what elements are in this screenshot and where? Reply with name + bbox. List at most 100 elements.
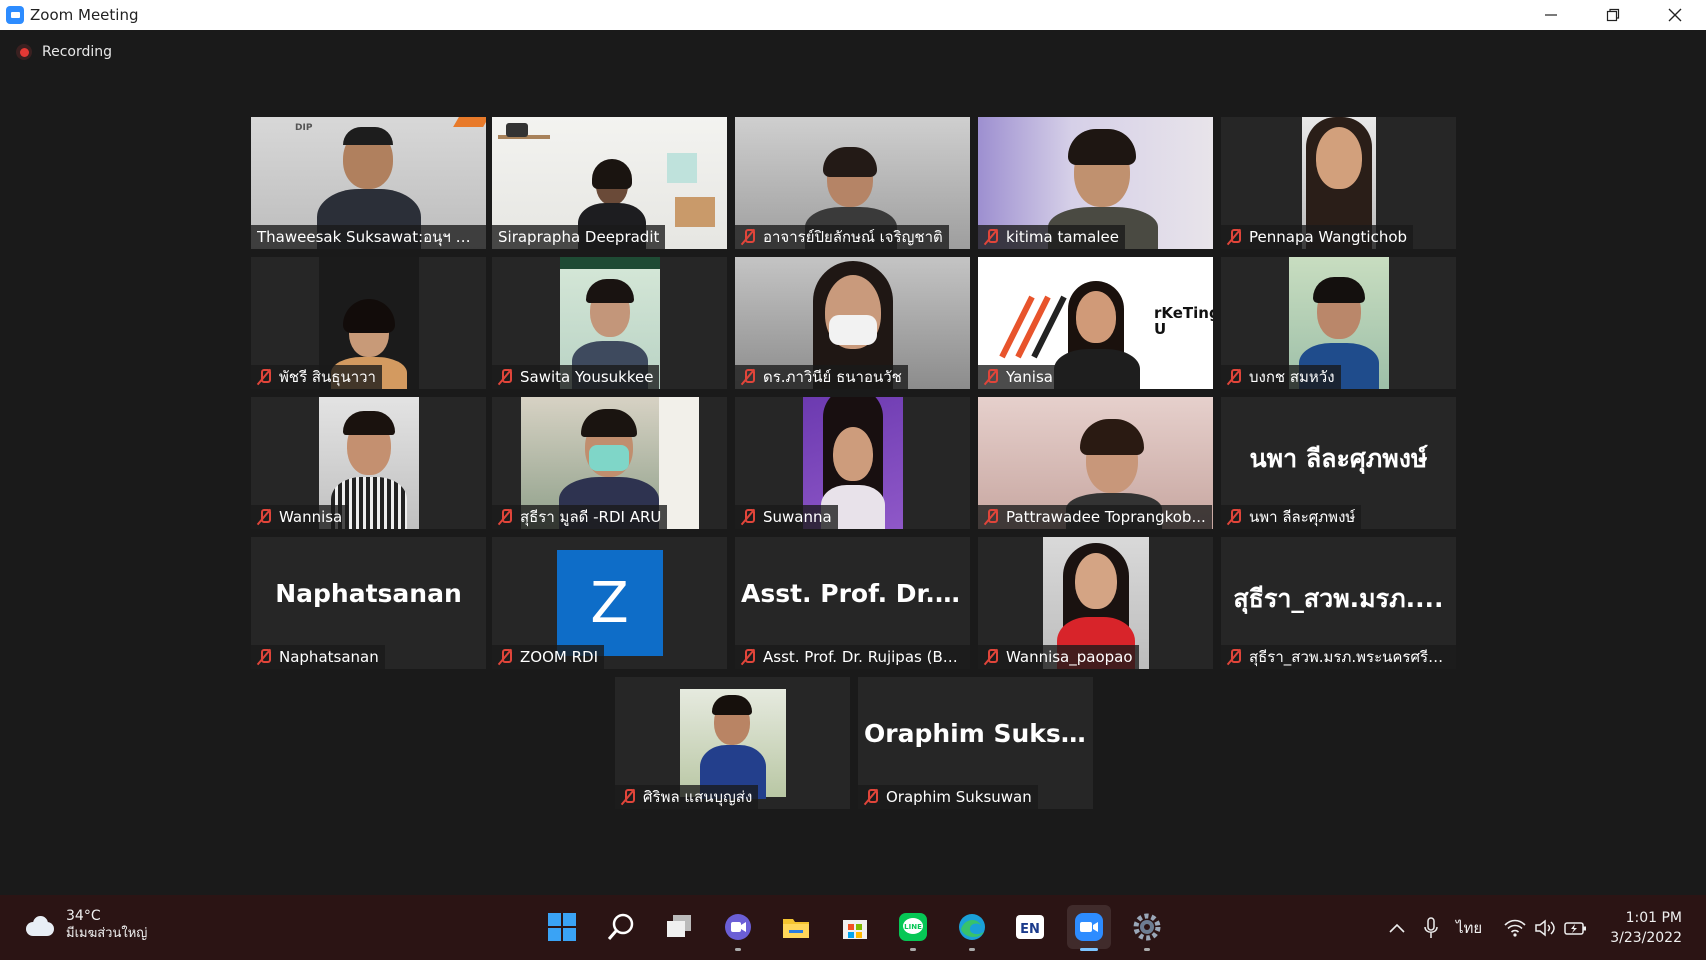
participant-tile[interactable]: DIP Thaweesak Suksawat:อนุฯ 1 ก... [251,117,486,249]
participant-tile[interactable]: Z ZOOM RDI [492,537,727,669]
participant-tile[interactable]: Pennapa Wangtichob [1221,117,1456,249]
recording-indicator[interactable]: Recording [16,44,112,60]
show-hidden-icons-button[interactable] [1388,922,1406,934]
weather-widget[interactable]: 34°C มีเมฆส่วนใหญ่ [24,907,147,943]
muted-mic-icon [984,649,998,665]
minimize-icon [1545,14,1557,16]
participant-name-label: นพา ลีละศุภพงษ์ [1221,505,1362,529]
close-button[interactable] [1644,0,1706,30]
microphone-button[interactable] [1424,916,1438,939]
participant-tile[interactable]: Oraphim Suksu... Oraphim Suksuwan [858,677,1093,809]
start-icon [548,913,576,941]
muted-mic-icon [1227,649,1241,665]
cloud-icon [24,914,56,936]
muted-mic-icon [621,789,635,805]
participant-tile[interactable]: Suwanna [735,397,970,529]
participant-name-label: Naphatsanan [251,645,385,669]
en-app-icon: EN [1016,915,1044,939]
participant-tile[interactable]: kitima tamalee [978,117,1213,249]
participant-tile[interactable]: Pattrawadee Toprangkob... [978,397,1213,529]
task-view-button[interactable] [657,905,701,949]
muted-mic-icon [741,509,755,525]
volume-icon [1535,918,1555,937]
participant-video [679,689,786,799]
chat-button[interactable] [716,905,760,951]
background-logo-text: rKeTing U [1154,304,1213,338]
participant-tile[interactable]: พัชรี สินธุนาวา [251,257,486,389]
settings-button[interactable] [1125,905,1169,951]
battery-button[interactable] [1564,919,1588,937]
search-button[interactable] [599,905,643,949]
weather-condition: มีเมฆส่วนใหญ่ [66,926,148,941]
svg-text:LINE: LINE [904,923,922,931]
muted-mic-icon [984,509,998,525]
muted-mic-icon [257,509,271,525]
participant-tile[interactable]: Wannisa [251,397,486,529]
participant-tile[interactable]: นพา ลีละศุภพงษ์ นพา ลีละศุภพงษ์ [1221,397,1456,529]
restore-button[interactable] [1582,0,1644,30]
edge-button[interactable] [950,905,994,951]
meeting-stage: Recording DIP Thaweesak Suksawat:อนุฯ 1 … [0,30,1706,895]
participant-name-label: Asst. Prof. Dr. Rujipas (Bai... [735,645,970,669]
window-controls [1520,0,1706,30]
participant-name-label: ดร.ภาวินีย์ ธนาอนวัช [735,365,908,389]
participant-avatar: Z [556,550,663,656]
participant-tile[interactable]: สุธีรา มูลดี -RDI ARU [492,397,727,529]
muted-mic-icon [984,369,998,385]
muted-mic-icon [1227,509,1241,525]
task-view-icon [667,915,691,937]
en-app-button[interactable]: EN [1008,905,1052,949]
zoom-app-icon [6,6,24,24]
line-app-button[interactable]: LINE [891,905,935,951]
participant-tile[interactable]: rKeTing U Yanisa Phuanpoh [978,257,1213,389]
microphone-icon [1424,916,1438,938]
record-icon [16,44,32,60]
wifi-button[interactable] [1504,919,1526,937]
participant-tile[interactable]: Naphatsanan Naphatsanan [251,537,486,669]
muted-mic-icon [498,369,512,385]
participant-display-name: สุธีรา_สวพ.มรภ.... [1233,584,1444,613]
store-button[interactable] [833,905,877,949]
participant-tile[interactable]: Asst. Prof. Dr. R... Asst. Prof. Dr. Ruj… [735,537,970,669]
volume-button[interactable] [1534,918,1556,937]
participant-tile[interactable]: สุธีรา_สวพ.มรภ.... สุธีรา_สวพ.มรภ.พระนคร… [1221,537,1456,669]
participant-tile[interactable]: อาจารย์ปิยลักษณ์ เจริญชาติ [735,117,970,249]
clock-date: 3/23/2022 [1610,929,1682,946]
participant-name-label: Thaweesak Suksawat:อนุฯ 1 ก... [251,225,486,249]
close-icon [1668,8,1682,22]
participant-name-label: Wannisa [251,505,349,529]
participant-tile[interactable]: ศิริพล แสนบุญส่ง [615,677,850,809]
zoom-icon [1074,913,1103,941]
participant-name-label: พัชรี สินธุนาวา [251,365,382,389]
participant-name-label: สุธีรา มูลดี -RDI ARU [492,505,668,529]
participant-name-label: ZOOM RDI [492,645,604,669]
participant-tile[interactable]: Sawita Yousukkee [492,257,727,389]
participant-tile-active-speaker[interactable]: Siraprapha Deepradit [492,117,727,249]
battery-charging-icon [1564,921,1587,935]
participant-name-label: อาจารย์ปิยลักษณ์ เจริญชาติ [735,225,949,249]
minimize-button[interactable] [1520,0,1582,30]
muted-mic-icon [864,789,878,805]
participant-tile[interactable]: บงกช สมหวัง [1221,257,1456,389]
muted-mic-icon [741,229,755,245]
file-explorer-button[interactable] [774,905,818,949]
muted-mic-icon [498,509,512,525]
muted-mic-icon [1227,229,1241,245]
participant-tile[interactable]: ดร.ภาวินีย์ ธนาอนวัช [735,257,970,389]
taskbar-apps: LINE EN [540,905,1184,951]
participant-name-label: Pattrawadee Toprangkob... [978,505,1212,529]
muted-mic-icon [984,229,998,245]
clock-time: 1:01 PM [1625,909,1682,926]
clock[interactable]: 1:01 PM 3/23/2022 [1610,908,1682,948]
zoom-button[interactable] [1066,905,1111,951]
restore-icon [1606,8,1620,22]
start-button[interactable] [540,905,584,949]
participant-name-label: Siraprapha Deepradit [492,225,666,249]
title-bar: Zoom Meeting [0,0,1706,30]
participant-name-label: Wannisa_paopao [978,645,1139,669]
participant-display-name: Oraphim Suksu... [864,719,1093,748]
language-indicator[interactable]: ไทย [1456,916,1482,940]
participant-name-label: สุธีรา_สวพ.มรภ.พระนครศรีอยุ... [1221,645,1456,669]
participant-tile[interactable]: Wannisa_paopao [978,537,1213,669]
window-title: Zoom Meeting [30,6,139,24]
